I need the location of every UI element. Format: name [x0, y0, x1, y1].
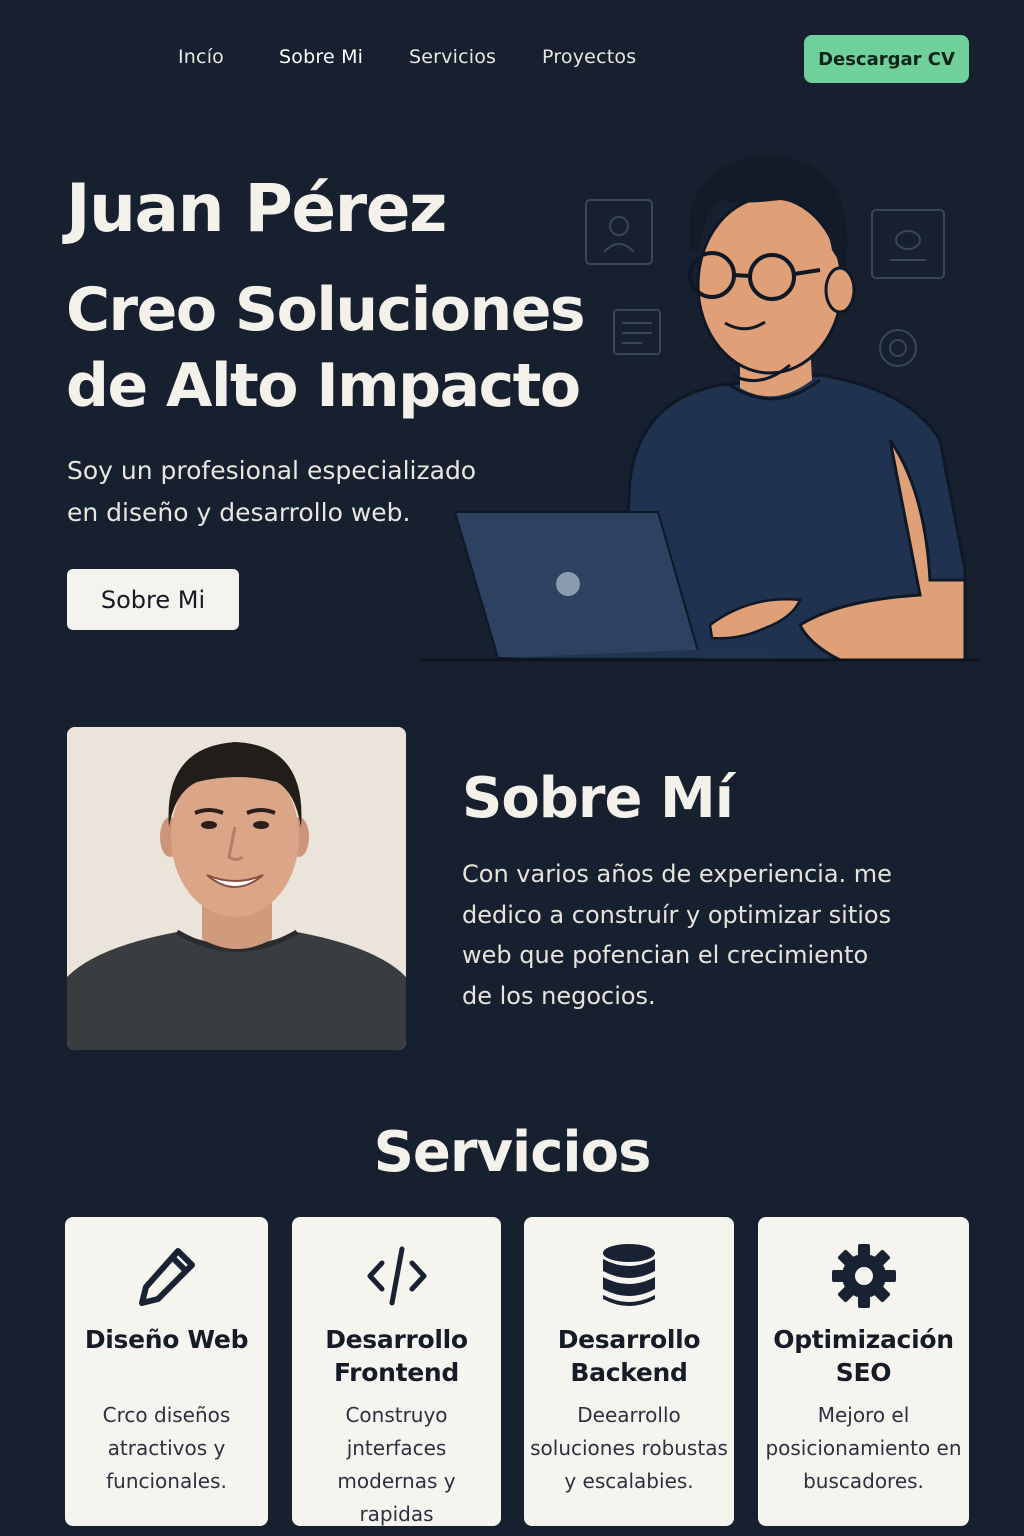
- code-icon: [292, 1241, 501, 1311]
- pencil-icon: [65, 1241, 268, 1311]
- service-card-diseno-web[interactable]: Diseño Web Crco diseños atractivos y fun…: [65, 1217, 268, 1526]
- service-card-frontend[interactable]: Desarrollo Frontend Construyo jnterfaces…: [292, 1217, 501, 1526]
- service-card-seo[interactable]: Optimización SEO Mejoro el posicionamien…: [758, 1217, 969, 1526]
- service-card-backend[interactable]: Desarrollo Backend Deearrollo soluciones…: [524, 1217, 734, 1526]
- service-description: Mejoro el posicionamiento en buscadores.: [765, 1403, 962, 1493]
- service-description: Construyo jnterfaces modernas y rapidas: [337, 1403, 456, 1526]
- nav-link-inicio[interactable]: Incío: [178, 46, 224, 68]
- profile-photo: [67, 727, 406, 1050]
- developer-illustration: [420, 155, 980, 662]
- about-title: Sobre Mí: [462, 766, 734, 831]
- top-nav: Incío Sobre Mi Servicios Proyectos Desca…: [0, 0, 1024, 120]
- about-text: Con varios años de experiencia. me dedic…: [462, 860, 892, 1010]
- nav-link-proyectos[interactable]: Proyectos: [542, 46, 636, 68]
- services-title: Servicios: [373, 1120, 652, 1185]
- nav-link-servicios[interactable]: Servicios: [409, 46, 496, 68]
- service-title: Optimización SEO: [773, 1325, 954, 1387]
- service-title: Desarrollo Frontend: [325, 1325, 468, 1387]
- hero-name: Juan Pérez: [66, 170, 447, 247]
- about-me-button[interactable]: Sobre Mi: [67, 569, 239, 630]
- database-icon: [524, 1241, 734, 1311]
- gear-icon: [758, 1241, 969, 1311]
- service-title: Desarrollo Backend: [557, 1325, 701, 1387]
- service-description: Deearrollo soluciones robustas y escalab…: [530, 1403, 728, 1493]
- document-icon: [613, 309, 661, 355]
- service-title: Diseño Web: [84, 1325, 249, 1354]
- gear-outline-icon: [879, 329, 917, 367]
- nav-link-sobre-mi[interactable]: Sobre Mi: [279, 46, 363, 68]
- download-cv-button[interactable]: Descargar CV: [804, 35, 969, 83]
- profile-card-icon: [871, 209, 945, 279]
- service-description: Crco diseños atractivos y funcionales.: [102, 1403, 231, 1493]
- user-card-icon: [585, 199, 653, 265]
